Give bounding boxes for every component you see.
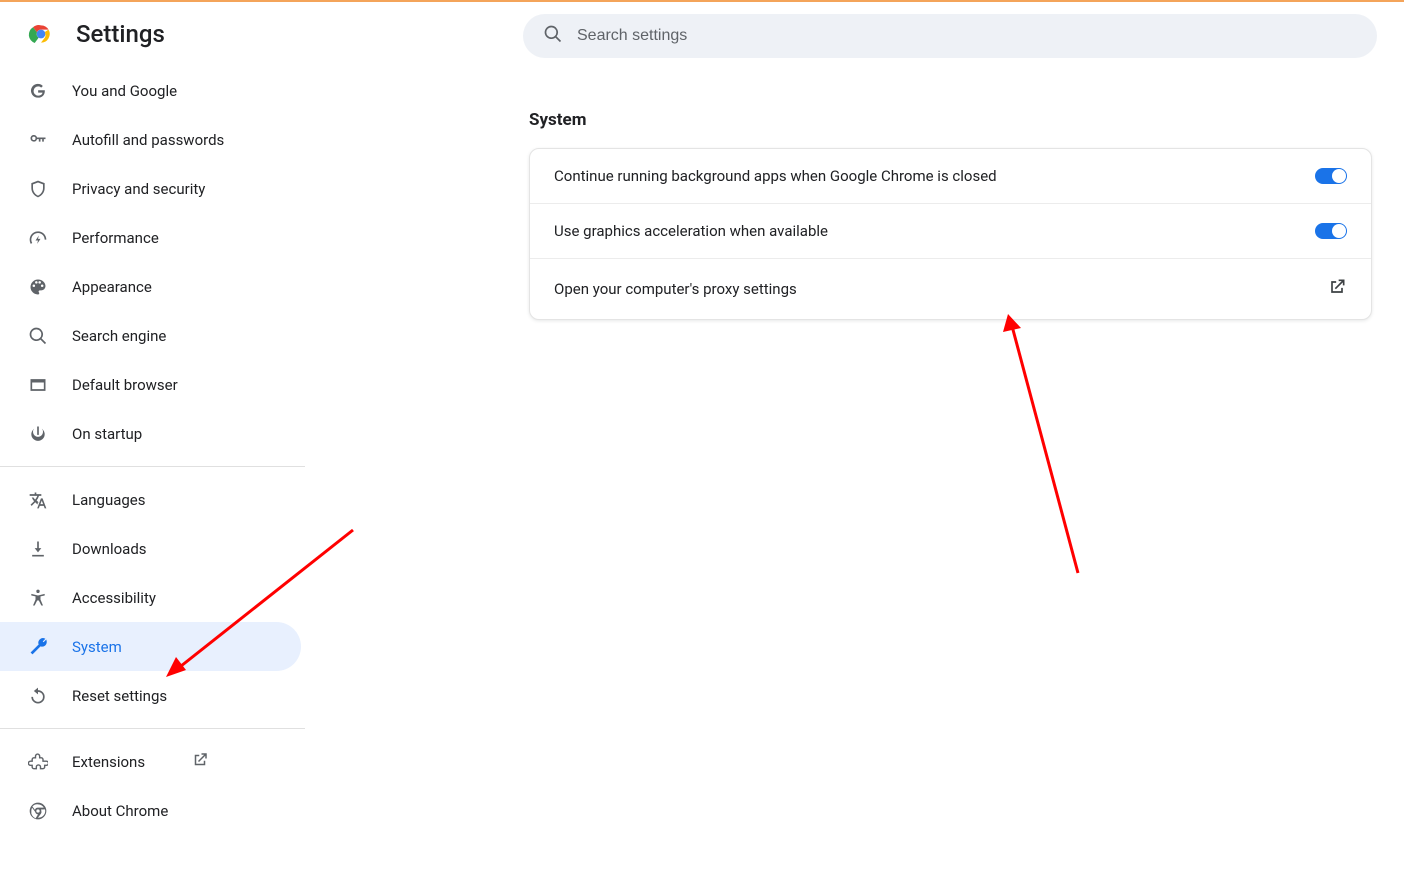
toggle-background-apps[interactable] xyxy=(1315,168,1347,184)
sidebar-item-on-startup[interactable]: On startup xyxy=(0,409,301,458)
search-input[interactable] xyxy=(577,27,1357,45)
sidebar-item-label: You and Google xyxy=(72,82,177,100)
sidebar-item-label: System xyxy=(72,638,122,656)
sidebar-item-label: Privacy and security xyxy=(72,180,205,198)
translate-icon xyxy=(28,490,48,510)
sidebar-item-label: On startup xyxy=(72,425,142,443)
row-proxy-settings[interactable]: Open your computer's proxy settings xyxy=(530,259,1371,319)
sidebar-item-you-google[interactable]: You and Google xyxy=(0,66,301,115)
toggle-graphics-acceleration[interactable] xyxy=(1315,223,1347,239)
sidebar-item-appearance[interactable]: Appearance xyxy=(0,262,301,311)
sidebar-divider xyxy=(0,466,305,467)
sidebar-item-label: Autofill and passwords xyxy=(72,131,224,149)
open-external-icon xyxy=(1327,277,1347,301)
row-graphics-acceleration: Use graphics acceleration when available xyxy=(530,204,1371,259)
settings-card: Continue running background apps when Go… xyxy=(529,148,1372,320)
sidebar-item-label: Appearance xyxy=(72,278,152,296)
main-content: System Continue running background apps … xyxy=(305,2,1404,876)
open-external-icon xyxy=(191,751,209,773)
sidebar-item-performance[interactable]: Performance xyxy=(0,213,301,262)
sidebar-item-about[interactable]: About Chrome xyxy=(0,786,301,835)
sidebar-item-label: About Chrome xyxy=(72,802,168,820)
sidebar-item-downloads[interactable]: Downloads xyxy=(0,524,301,573)
row-label: Use graphics acceleration when available xyxy=(554,222,828,240)
sidebar-item-label: Accessibility xyxy=(72,589,156,607)
sidebar-item-extensions[interactable]: Extensions xyxy=(0,737,301,786)
palette-icon xyxy=(28,277,48,297)
chrome-logo-icon xyxy=(28,21,54,47)
sidebar-item-privacy[interactable]: Privacy and security xyxy=(0,164,301,213)
shield-icon xyxy=(28,179,48,199)
speedometer-icon xyxy=(28,228,48,248)
download-icon xyxy=(28,539,48,559)
sidebar-divider xyxy=(0,728,305,729)
puzzle-icon xyxy=(28,752,48,772)
key-icon xyxy=(28,130,48,150)
wrench-icon xyxy=(28,637,48,657)
sidebar-item-languages[interactable]: Languages xyxy=(0,475,301,524)
sidebar-item-system[interactable]: System xyxy=(0,622,301,671)
sidebar-item-default-browser[interactable]: Default browser xyxy=(0,360,301,409)
browser-icon xyxy=(28,375,48,395)
sidebar-item-label: Search engine xyxy=(72,327,166,345)
power-icon xyxy=(28,424,48,444)
accessibility-icon xyxy=(28,588,48,608)
sidebar: Settings You and Google Autofill and pas… xyxy=(0,2,305,876)
google-g-icon xyxy=(28,81,48,101)
sidebar-item-label: Extensions xyxy=(72,753,145,771)
sidebar-item-label: Reset settings xyxy=(72,687,167,705)
search-icon xyxy=(28,326,48,346)
chrome-outline-icon xyxy=(28,801,48,821)
sidebar-item-label: Downloads xyxy=(72,540,147,558)
section-heading: System xyxy=(529,110,1380,130)
sidebar-item-label: Languages xyxy=(72,491,146,509)
row-label: Open your computer's proxy settings xyxy=(554,280,797,298)
sidebar-item-search-engine[interactable]: Search engine xyxy=(0,311,301,360)
search-icon xyxy=(543,24,563,48)
sidebar-item-autofill[interactable]: Autofill and passwords xyxy=(0,115,301,164)
sidebar-item-accessibility[interactable]: Accessibility xyxy=(0,573,301,622)
sidebar-item-reset[interactable]: Reset settings xyxy=(0,671,301,720)
page-title: Settings xyxy=(76,20,165,48)
sidebar-item-label: Default browser xyxy=(72,376,178,394)
row-label: Continue running background apps when Go… xyxy=(554,167,997,185)
search-bar[interactable] xyxy=(523,14,1377,58)
sidebar-header: Settings xyxy=(0,14,305,66)
row-background-apps: Continue running background apps when Go… xyxy=(530,149,1371,204)
reset-icon xyxy=(28,686,48,706)
sidebar-item-label: Performance xyxy=(72,229,159,247)
